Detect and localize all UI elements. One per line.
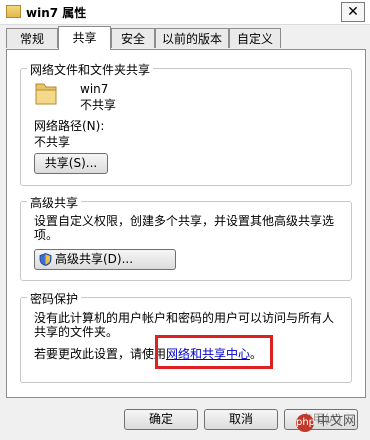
network-path-label: 网络路径(N): (34, 119, 105, 133)
close-button[interactable]: ✕ (341, 2, 365, 22)
tab-general[interactable]: 常规 (6, 28, 58, 48)
watermark: php 中文网 (296, 410, 356, 432)
advanced-sharing-desc-2: 项。 (34, 228, 59, 242)
shield-icon (39, 253, 52, 266)
share-button[interactable]: 共享(S)... (34, 153, 108, 174)
advanced-sharing-legend: 高级共享 (27, 194, 82, 211)
change-setting-prefix: 若要更改此设置，请使用 (34, 347, 167, 361)
advanced-sharing-button[interactable]: 高级共享(D)... (34, 249, 176, 270)
advanced-sharing-button-label: 高级共享(D)... (55, 252, 134, 266)
tab-sharing[interactable]: 共享 (58, 26, 111, 50)
title-bar: win7 属性 ✕ (0, 0, 370, 25)
network-sharing-legend: 网络文件和文件夹共享 (27, 61, 154, 78)
network-path-value: 不共享 (34, 135, 71, 149)
password-protection-legend: 密码保护 (27, 290, 82, 307)
cancel-button[interactable]: 取消 (204, 409, 278, 430)
password-protection-desc-2: 共享的文件夹。 (34, 325, 119, 339)
folder-name: win7 (80, 82, 109, 96)
tab-previous-versions[interactable]: 以前的版本 (155, 28, 229, 48)
folder-share-status: 不共享 (80, 98, 117, 112)
highlight-box (155, 335, 273, 369)
tab-customize[interactable]: 自定义 (229, 28, 281, 48)
window-title: win7 属性 (26, 6, 87, 20)
php-logo: php (296, 414, 315, 432)
watermark-text: 中文网 (317, 414, 357, 429)
close-icon: ✕ (347, 4, 359, 20)
advanced-sharing-desc-1: 设置自定义权限，创建多个共享，并设置其他高级共享选 (34, 214, 335, 228)
ok-button[interactable]: 确定 (124, 409, 198, 430)
folder-icon (35, 83, 57, 105)
tab-security[interactable]: 安全 (111, 28, 155, 48)
folder-icon (6, 5, 21, 18)
